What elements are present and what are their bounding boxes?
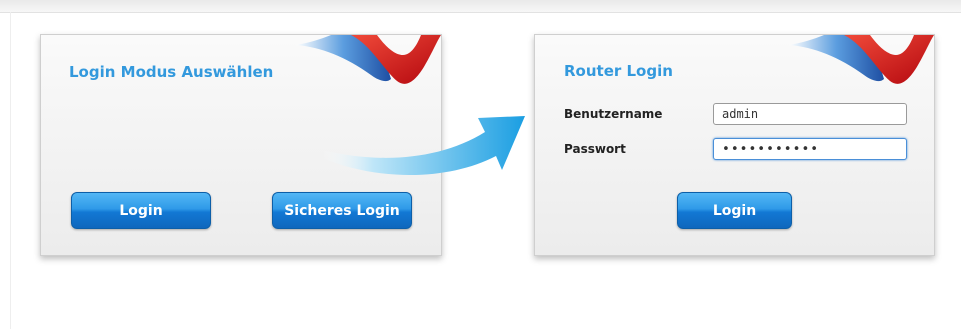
username-label: Benutzername	[564, 107, 663, 121]
arrow-icon	[322, 116, 525, 176]
router-login-panel: Router Login Benutzername Passwort Login	[534, 34, 935, 256]
top-bar	[0, 0, 961, 13]
username-input[interactable]	[713, 103, 907, 125]
brand-swoosh-icon	[789, 35, 934, 84]
password-input[interactable]	[713, 138, 907, 160]
panel-title: Router Login	[564, 62, 673, 80]
router-login-button[interactable]: Login	[677, 192, 792, 229]
secure-login-button[interactable]: Sicheres Login	[272, 192, 412, 229]
panel-title: Login Modus Auswählen	[69, 63, 274, 81]
password-label: Passwort	[564, 142, 626, 156]
left-divider	[10, 12, 11, 329]
brand-swoosh-icon	[296, 35, 441, 84]
login-button[interactable]: Login	[71, 192, 211, 229]
